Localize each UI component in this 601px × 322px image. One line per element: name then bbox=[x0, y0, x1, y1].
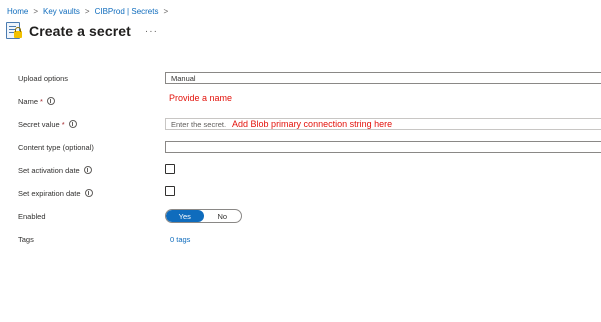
content-type-input[interactable] bbox=[165, 141, 601, 153]
name-label: Name * bbox=[18, 95, 55, 107]
expiration-date-checkbox[interactable] bbox=[165, 186, 175, 196]
breadcrumb: Home > Key vaults > CIBProd | Secrets > bbox=[7, 5, 173, 17]
chevron-right-icon: > bbox=[163, 6, 169, 16]
info-icon[interactable] bbox=[68, 120, 77, 128]
info-icon[interactable] bbox=[83, 166, 92, 174]
enabled-yes-option[interactable]: Yes bbox=[166, 210, 204, 222]
required-indicator: * bbox=[40, 96, 43, 106]
secret-value-placeholder: Enter the secret. bbox=[171, 119, 227, 129]
breadcrumb-secrets-link[interactable]: CIBProd | Secrets bbox=[95, 7, 159, 16]
breadcrumb-home-link[interactable]: Home bbox=[7, 7, 28, 16]
secret-value-annotation: Add Blob primary connection string here bbox=[232, 119, 393, 129]
activation-date-checkbox[interactable] bbox=[165, 164, 175, 174]
upload-options-dropdown[interactable]: Manual bbox=[165, 72, 601, 84]
page-title: Create a secret bbox=[29, 23, 131, 39]
key-vault-secret-icon bbox=[6, 22, 23, 40]
chevron-right-icon: > bbox=[33, 6, 39, 16]
page-header: Create a secret ··· bbox=[6, 20, 158, 42]
enabled-toggle[interactable]: Yes No bbox=[165, 209, 242, 223]
tags-label: Tags bbox=[18, 234, 34, 244]
expiration-date-label: Set expiration date bbox=[18, 187, 93, 199]
breadcrumb-key-vaults-link[interactable]: Key vaults bbox=[43, 7, 80, 16]
secret-value-input[interactable]: Enter the secret. Add Blob primary conne… bbox=[165, 118, 601, 130]
content-type-label: Content type (optional) bbox=[18, 142, 94, 152]
required-indicator: * bbox=[61, 119, 65, 129]
name-annotation: Provide a name bbox=[169, 93, 233, 103]
secret-value-label: Secret value * bbox=[18, 118, 77, 130]
info-icon[interactable] bbox=[84, 189, 93, 197]
info-icon[interactable] bbox=[46, 97, 55, 105]
activation-date-label: Set activation date bbox=[18, 164, 92, 176]
enabled-no-option[interactable]: No bbox=[204, 210, 242, 222]
chevron-right-icon: > bbox=[84, 6, 90, 16]
enabled-label: Enabled bbox=[18, 211, 46, 221]
tags-link[interactable]: 0 tags bbox=[170, 235, 190, 244]
upload-options-label: Upload options bbox=[18, 73, 69, 83]
more-options-icon[interactable]: ··· bbox=[145, 26, 158, 37]
